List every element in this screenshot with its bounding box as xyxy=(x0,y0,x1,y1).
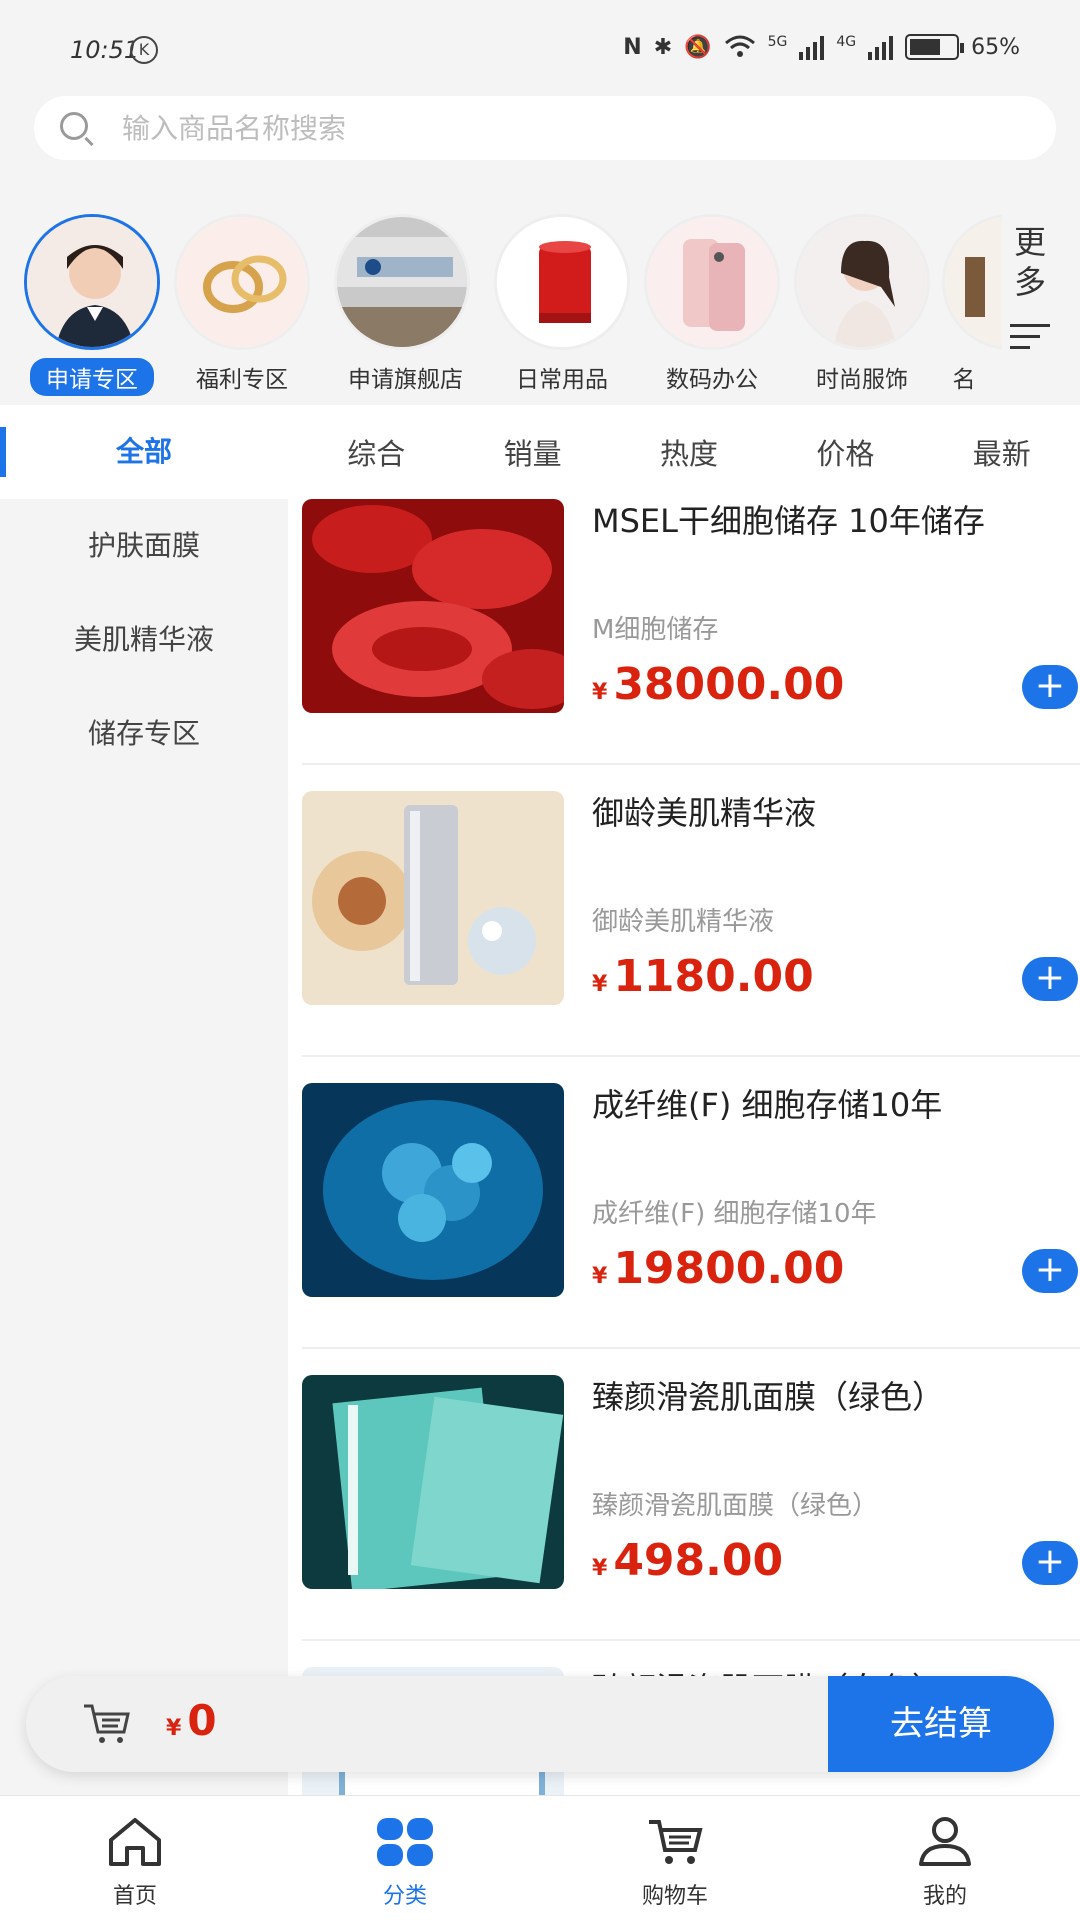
user-icon xyxy=(919,1817,971,1866)
product-price: ¥38000.00 xyxy=(592,659,845,710)
net-5g-label: 5G xyxy=(767,34,788,50)
more-label: 更 xyxy=(1013,223,1046,261)
category-digital-office[interactable]: 数码办公 xyxy=(642,214,782,396)
product-subtitle: 御龄美肌精华液 xyxy=(592,907,775,937)
sort-tab-comprehensive[interactable]: 综合 xyxy=(347,431,405,473)
menu-lines-icon xyxy=(1010,324,1050,349)
category-flagship-store[interactable]: 申请旗舰店 xyxy=(332,214,472,396)
sidebar-item-all[interactable]: 全部 xyxy=(0,405,288,499)
battery-percent: 65% xyxy=(971,34,1020,60)
product-image[interactable] xyxy=(302,1375,564,1589)
search-input[interactable] xyxy=(122,106,1022,150)
tab-label: 购物车 xyxy=(641,1884,708,1909)
product-name: 臻颜滑瓷肌面膜（绿色） xyxy=(592,1378,945,1416)
add-to-cart-button[interactable]: + xyxy=(1022,1541,1078,1585)
category-daily-goods[interactable]: 日常用品 xyxy=(492,214,632,396)
product-image[interactable] xyxy=(302,791,564,1005)
battery-icon xyxy=(905,34,965,60)
status-icons: N ✱ 🔕 5G 4G 65% xyxy=(623,34,1020,60)
category-label: 申请旗舰店 xyxy=(348,367,463,393)
search-icon xyxy=(60,112,88,140)
tab-label: 分类 xyxy=(382,1884,427,1909)
sort-tab-newest[interactable]: 最新 xyxy=(973,431,1031,473)
category-label: 名 xyxy=(952,367,976,393)
sort-tab-price[interactable]: 价格 xyxy=(816,431,874,473)
signal-icon xyxy=(868,34,894,60)
tab-label: 我的 xyxy=(922,1884,967,1909)
category-label: 数码办公 xyxy=(666,367,758,393)
cart-total: ¥0 xyxy=(166,1696,217,1745)
category-carousel[interactable]: 申请专区 福利专区 申请旗舰店 日常用品 数码办公 时尚服饰 名 更 多 xyxy=(0,200,1080,405)
product-price: ¥498.00 xyxy=(592,1535,784,1586)
status-time: 10:51 xyxy=(70,36,140,64)
category-label: 福利专区 xyxy=(196,367,288,393)
add-to-cart-button[interactable]: + xyxy=(1022,665,1078,709)
k-badge-icon: K xyxy=(130,36,158,64)
customer-service-avatar-icon xyxy=(24,214,160,350)
checkout-button[interactable]: 去结算 xyxy=(828,1676,1054,1772)
sort-tab-popularity[interactable]: 热度 xyxy=(660,431,718,473)
mute-icon: 🔕 xyxy=(684,34,712,60)
bluetooth-icon: ✱ xyxy=(653,34,673,60)
product-price: ¥1180.00 xyxy=(592,951,814,1002)
product-subtitle: M细胞储存 xyxy=(592,615,719,645)
sort-tabs: 综合 销量 热度 价格 最新 xyxy=(288,405,1080,499)
nfc-icon: N xyxy=(623,34,642,60)
category-icon xyxy=(377,1818,433,1866)
gold-rings-icon xyxy=(174,214,310,350)
product-image[interactable] xyxy=(302,499,564,713)
category-label: 时尚服饰 xyxy=(816,367,908,393)
model-portrait-icon xyxy=(794,214,930,350)
product-name: 御龄美肌精华液 xyxy=(592,794,817,832)
tab-category[interactable]: 分类 xyxy=(270,1796,540,1920)
tab-label: 首页 xyxy=(112,1884,157,1909)
product-subtitle: 臻颜滑瓷肌面膜（绿色） xyxy=(592,1491,879,1521)
sidebar-item-skincare-mask[interactable]: 护肤面膜 xyxy=(0,499,288,593)
tab-profile[interactable]: 我的 xyxy=(810,1796,1080,1920)
tab-cart[interactable]: 购物车 xyxy=(540,1796,810,1920)
add-to-cart-button[interactable]: + xyxy=(1022,1249,1078,1293)
phone-icon xyxy=(644,214,780,350)
product-item[interactable]: 成纤维(F) 细胞存储10年 成纤维(F) 细胞存储10年 ¥19800.00 … xyxy=(302,1083,1080,1349)
product-image[interactable] xyxy=(302,1083,564,1297)
product-subtitle: 成纤维(F) 细胞存储10年 xyxy=(592,1199,877,1229)
wifi-icon xyxy=(724,35,755,57)
sidebar-item-essence[interactable]: 美肌精华液 xyxy=(0,593,288,687)
product-item[interactable]: 臻颜滑瓷肌面膜（绿色） 臻颜滑瓷肌面膜（绿色） ¥498.00 + xyxy=(302,1375,1080,1641)
category-label: 申请专区 xyxy=(30,358,154,396)
company-reception-icon xyxy=(334,214,470,350)
product-price: ¥19800.00 xyxy=(592,1243,845,1294)
category-fashion[interactable]: 时尚服饰 xyxy=(792,214,932,396)
status-bar: 10:51 K N ✱ 🔕 5G 4G 65% xyxy=(0,0,1080,92)
cart-icon xyxy=(649,1820,703,1864)
more-label: 多 xyxy=(1013,263,1046,301)
product-item[interactable]: MSEL干细胞储存 10年储存 M细胞储存 ¥38000.00 + xyxy=(302,499,1080,765)
signal-icon xyxy=(799,34,825,60)
sidebar-item-storage[interactable]: 储存专区 xyxy=(0,687,288,781)
search-bar[interactable] xyxy=(34,96,1056,160)
home-icon xyxy=(109,1818,161,1866)
category-apply-zone[interactable]: 申请专区 xyxy=(22,214,162,396)
category-sidebar: 全部 护肤面膜 美肌精华液 储存专区 xyxy=(0,405,288,1795)
partial-item-icon xyxy=(942,214,1002,350)
category-partial[interactable]: 名 xyxy=(942,214,1002,396)
product-name: 成纤维(F) 细胞存储10年 xyxy=(592,1086,943,1124)
bottom-tab-bar: 首页 分类 购物车 我的 xyxy=(0,1795,1080,1920)
cart-summary-bar: ¥0 去结算 xyxy=(26,1676,1054,1772)
category-welfare-zone[interactable]: 福利专区 xyxy=(172,214,312,396)
product-list-panel: 综合 销量 热度 价格 最新 MSEL干细胞储存 10年储存 M细胞储存 ¥38… xyxy=(288,405,1080,1795)
more-categories-button[interactable]: 更 多 xyxy=(1000,222,1060,357)
product-item[interactable]: 御龄美肌精华液 御龄美肌精华液 ¥1180.00 + xyxy=(302,791,1080,1057)
product-name: MSEL干细胞储存 10年储存 xyxy=(592,502,985,540)
tab-home[interactable]: 首页 xyxy=(0,1796,270,1920)
category-label: 日常用品 xyxy=(516,367,608,393)
red-speaker-icon xyxy=(494,214,630,350)
cart-icon[interactable] xyxy=(82,1702,132,1746)
add-to-cart-button[interactable]: + xyxy=(1022,957,1078,1001)
sort-tab-sales[interactable]: 销量 xyxy=(504,431,562,473)
net-4g-label: 4G xyxy=(836,34,857,50)
